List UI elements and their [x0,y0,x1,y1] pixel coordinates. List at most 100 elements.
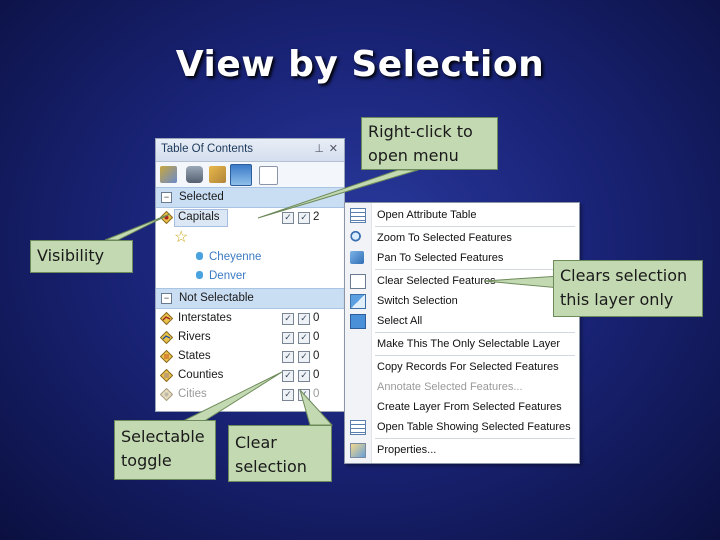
collapse-icon[interactable]: − [161,192,172,203]
properties-icon [350,443,366,458]
clear-selection-toggle[interactable]: ✓ [298,351,310,363]
menu-item-label: Switch Selection [377,295,458,307]
list-by-visibility-icon[interactable] [209,166,226,183]
selection-count: 0 [313,312,320,324]
selectable-toggle[interactable]: ✓ [282,212,294,224]
layer-row-rivers[interactable]: Rivers ✓ ✓ 0 [156,328,344,347]
layer-label: Rivers [178,331,211,343]
star-symbol-icon: ☆ [174,229,189,246]
clear-selection-icon [350,274,366,289]
point-layer-icon[interactable] [160,211,173,224]
callout-line: selection [235,457,307,476]
callout-line: Right-click to [368,122,473,141]
layer-label: Cities [178,388,207,400]
collapse-icon[interactable]: − [161,293,172,304]
menu-item-label: Clear Selected Features [377,275,496,287]
select-all-icon [350,314,366,329]
polygon-layer-icon[interactable] [160,369,173,382]
selectable-toggle[interactable]: ✓ [282,389,294,401]
menu-item-clear-selected[interactable]: Clear Selected Features [345,271,579,291]
toc-toolbar [156,162,344,189]
menu-item-zoom-to-selected[interactable]: Zoom To Selected Features [345,228,579,248]
group-label: Not Selectable [179,292,254,304]
clear-selection-toggle[interactable]: ✓ [298,212,310,224]
menu-separator [375,332,575,333]
layer-row-states[interactable]: States ✓ ✓ 0 [156,347,344,366]
feature-icon [196,252,203,260]
selectable-toggle[interactable]: ✓ [282,370,294,382]
menu-item-copy-records[interactable]: Copy Records For Selected Features [345,357,579,377]
menu-item-label: Create Layer From Selected Features [377,401,562,413]
menu-item-label: Zoom To Selected Features [377,232,512,244]
callout-line: toggle [121,451,172,470]
callout-clears-selection: Clears selection this layer only [553,260,703,317]
feature-row-cheyenne[interactable]: Cheyenne [156,248,344,267]
callout-selectable-toggle: Selectable toggle [114,420,216,480]
clear-selection-toggle[interactable]: ✓ [298,313,310,325]
point-layer-icon[interactable] [160,388,173,401]
menu-item-label: Properties... [377,444,437,456]
layer-label: States [178,350,211,362]
callout-line: Visibility [37,246,105,265]
menu-item-open-attribute-table[interactable]: Open Attribute Table [345,205,579,225]
list-by-drawing-order-icon[interactable] [160,166,177,183]
menu-item-switch-selection[interactable]: Switch Selection [345,291,579,311]
selectable-toggle[interactable]: ✓ [282,332,294,344]
toc-title: Table Of Contents [161,143,254,155]
callout-right-click: Right-click to open menu [361,117,498,170]
layer-row-interstates[interactable]: Interstates ✓ ✓ 0 [156,309,344,328]
slide-title: View by Selection [175,44,545,85]
layer-row-counties[interactable]: Counties ✓ ✓ 0 [156,366,344,385]
feature-label: Denver [209,270,247,282]
selection-count: 0 [313,369,320,381]
layer-label: Counties [178,369,224,381]
feature-label: Cheyenne [209,251,262,263]
callout-line: this layer only [560,290,674,309]
menu-item-properties[interactable]: Properties... [345,440,579,460]
callout-visibility: Visibility [30,240,133,273]
layer-row-capitals[interactable]: Capitals ✓ ✓ 2 [156,208,344,227]
group-selected[interactable]: − Selected [156,187,344,208]
callout-clear-selection: Clear selection [228,425,332,482]
list-by-source-icon[interactable] [186,166,203,183]
feature-row-denver[interactable]: Denver [156,267,344,286]
menu-item-open-table-selected[interactable]: Open Table Showing Selected Features [345,417,579,437]
feature-icon [196,271,203,279]
selection-count: 0 [313,331,320,343]
line-layer-icon[interactable] [160,331,173,344]
menu-item-annotate-selected: Annotate Selected Features... [345,377,579,397]
toc-header: Table Of Contents ⊥ ✕ [156,139,344,162]
pin-icon[interactable]: ⊥ [314,142,324,155]
menu-item-pan-to-selected[interactable]: Pan To Selected Features [345,248,579,268]
options-icon[interactable] [259,166,278,185]
table-icon [350,420,366,435]
selection-count: 0 [313,388,320,400]
list-by-selection-icon[interactable] [230,164,252,186]
menu-item-only-selectable[interactable]: Make This The Only Selectable Layer [345,334,579,354]
menu-separator [375,269,575,270]
table-of-contents-panel: Table Of Contents ⊥ ✕ − Selected Capital… [155,138,345,412]
menu-item-create-layer[interactable]: Create Layer From Selected Features [345,397,579,417]
menu-item-label: Make This The Only Selectable Layer [377,338,561,350]
menu-item-select-all[interactable]: Select All [345,311,579,331]
selectable-toggle[interactable]: ✓ [282,313,294,325]
pan-icon [350,251,364,264]
menu-separator [375,438,575,439]
close-icon[interactable]: ✕ [329,142,338,155]
polygon-layer-icon[interactable] [160,350,173,363]
switch-selection-icon [350,294,366,309]
line-layer-icon[interactable] [160,312,173,325]
menu-separator [375,355,575,356]
group-not-selectable[interactable]: − Not Selectable [156,288,344,309]
callout-line: Selectable [121,427,205,446]
selectable-toggle[interactable]: ✓ [282,351,294,363]
layer-row-cities[interactable]: Cities ✓ ✓ 0 [156,385,344,404]
callout-line: Clear [235,433,277,452]
selection-count: 2 [313,211,320,223]
clear-selection-toggle[interactable]: ✓ [298,332,310,344]
clear-selection-toggle[interactable]: ✓ [298,370,310,382]
clear-selection-toggle[interactable]: ✓ [298,389,310,401]
menu-separator [375,226,575,227]
layer-label: Capitals [178,211,220,223]
zoom-icon [350,231,364,244]
